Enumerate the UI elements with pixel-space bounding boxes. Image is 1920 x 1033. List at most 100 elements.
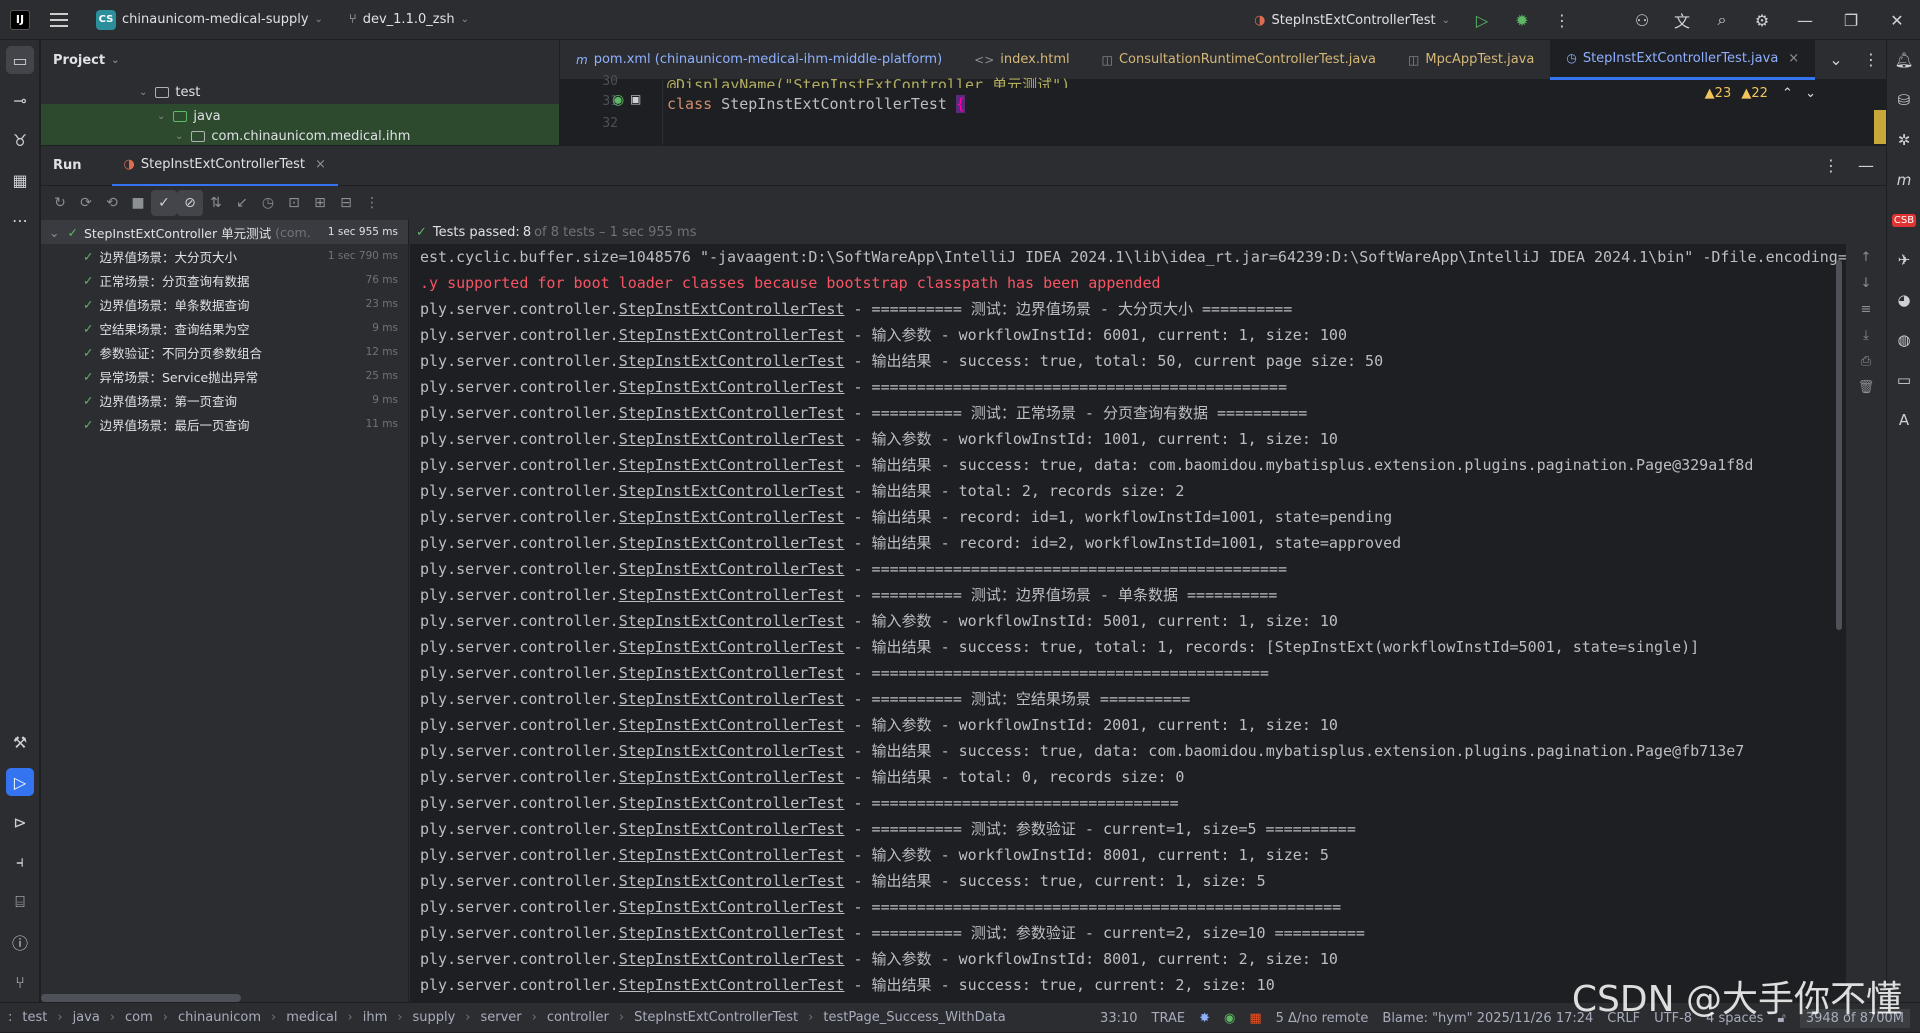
sort-icon[interactable]: ⇅ — [203, 190, 229, 216]
debug-icon[interactable]: ✹ — [1502, 0, 1542, 40]
console-class-link[interactable]: StepInstExtControllerTest — [619, 820, 845, 838]
scroll-down-icon[interactable]: ↓ — [1846, 270, 1886, 296]
stop-icon[interactable]: ■ — [125, 190, 151, 216]
tree-item[interactable]: ⌄ test — [41, 80, 559, 104]
breadcrumb-item[interactable]: StepInstExtControllerTest — [634, 1010, 798, 1025]
test-row[interactable]: ✓ 边界值场景：第一页查询 9 ms — [41, 388, 408, 412]
blame-info[interactable]: Blame: "hym" 2025/11/26 17:24 — [1382, 1011, 1593, 1026]
breadcrumb-item[interactable]: controller — [547, 1010, 609, 1025]
rerun-failed-icon[interactable]: ⟳ — [73, 190, 99, 216]
export-icon[interactable]: ⊞ — [307, 190, 333, 216]
run-icon[interactable]: ▷ — [1462, 0, 1502, 40]
breadcrumb-item[interactable]: server — [480, 1010, 521, 1025]
problems-tool-button[interactable]: ⓘ — [0, 922, 40, 962]
run-config-selector[interactable]: ◑ StepInstExtControllerTest ⌄ — [1254, 13, 1450, 28]
breadcrumb-item[interactable]: com — [125, 1010, 153, 1025]
console-class-link[interactable]: StepInstExtControllerTest — [619, 872, 845, 890]
console-class-link[interactable]: StepInstExtControllerTest — [619, 612, 845, 630]
test-row[interactable]: ✓ 边界值场景：最后一页查询 11 ms — [41, 412, 408, 436]
copilot-status-icon[interactable]: ◉ — [1224, 1011, 1235, 1026]
notifications-icon[interactable]: 🔔︎ — [1887, 40, 1920, 80]
test-row[interactable]: ✓ 空结果场景：查询结果为空 9 ms — [41, 316, 408, 340]
chevron-up-icon[interactable]: ⌃ — [1782, 86, 1793, 101]
tab-list-icon[interactable]: ⌄ — [1816, 40, 1856, 80]
hide-panel-icon[interactable]: — — [1846, 146, 1886, 186]
caret-position[interactable]: 33:10 — [1100, 1011, 1137, 1026]
breadcrumb-item[interactable]: chinaunicom — [178, 1010, 261, 1025]
console-class-link[interactable]: StepInstExtControllerTest — [619, 326, 845, 344]
code-line-31[interactable]: class StepInstExtControllerTest { — [667, 95, 966, 113]
close-icon[interactable]: ✕ — [1874, 0, 1920, 40]
console-class-link[interactable]: StepInstExtControllerTest — [619, 352, 845, 370]
commit-tool-button[interactable]: ⊸ — [0, 80, 40, 120]
horizontal-scrollbar[interactable] — [41, 994, 241, 1002]
console-class-link[interactable]: StepInstExtControllerTest — [619, 560, 845, 578]
database-icon[interactable]: ⛁ — [1887, 80, 1920, 120]
run-tab[interactable]: ◑ StepInstExtControllerTest × — [111, 146, 338, 186]
collapse-icon[interactable]: ↙ — [229, 190, 255, 216]
font-icon[interactable]: A — [1887, 400, 1920, 440]
search-icon[interactable]: ⌕ — [1702, 0, 1742, 40]
more-tools-button[interactable]: ⋯ — [0, 200, 40, 240]
globe-icon[interactable]: ◍ — [1887, 320, 1920, 360]
console-class-link[interactable]: StepInstExtControllerTest — [619, 300, 845, 318]
import-icon[interactable]: ⊟ — [333, 190, 359, 216]
settings-icon[interactable]: ⚙ — [1742, 0, 1782, 40]
more-actions-icon[interactable]: ⋮ — [1542, 0, 1582, 40]
test-row[interactable]: ✓ 边界值场景：大分页大小 1 sec 790 ms — [41, 244, 408, 268]
console-output[interactable]: ✓ Tests passed: 8 of 8 tests – 1 sec 955… — [410, 220, 1886, 1002]
structure-tool-button[interactable]: ▦ — [0, 160, 40, 200]
console-class-link[interactable]: StepInstExtControllerTest — [619, 950, 845, 968]
remote-icon[interactable]: ▭ — [1887, 360, 1920, 400]
build-tool-button[interactable]: ⚒ — [0, 722, 40, 762]
tree-item[interactable]: ⌄ java — [41, 104, 559, 128]
console-class-link[interactable]: StepInstExtControllerTest — [619, 976, 845, 994]
show-ignored-icon[interactable]: ⊘ — [177, 190, 203, 216]
close-tab-icon[interactable]: × — [1788, 51, 1799, 66]
console-class-link[interactable]: StepInstExtControllerTest — [619, 690, 845, 708]
scroll-up-icon[interactable]: ↑ — [1846, 244, 1886, 270]
main-menu-icon[interactable] — [50, 12, 68, 27]
services-tool-button[interactable]: ⊳ — [0, 802, 40, 842]
console-class-link[interactable]: StepInstExtControllerTest — [619, 482, 845, 500]
breadcrumb-item[interactable]: java — [73, 1010, 100, 1025]
console-class-link[interactable]: StepInstExtControllerTest — [619, 924, 845, 942]
history-icon[interactable]: ◷ — [255, 190, 281, 216]
more-icon[interactable]: ⋮ — [359, 190, 385, 216]
console-scrollbar[interactable] — [1836, 260, 1842, 630]
windows-icon[interactable]: ▦ — [1249, 1011, 1261, 1026]
test-root-row[interactable]: ⌄ ✓ StepInstExtController 单元测试 (com. 1 s… — [41, 220, 408, 244]
tab-consultation-test[interactable]: ◫ ConsultationRuntimeControllerTest.java — [1086, 40, 1392, 80]
terminal-tool-button[interactable]: ⌸ — [0, 882, 40, 922]
console-class-link[interactable]: StepInstExtControllerTest — [619, 664, 845, 682]
rerun-icon[interactable]: ↻ — [47, 190, 73, 216]
toggle-auto-test-icon[interactable]: ⟲ — [99, 190, 125, 216]
ai-assistant-icon[interactable]: ✲ — [1887, 120, 1920, 160]
minimize-icon[interactable]: — — [1782, 0, 1828, 40]
console-class-link[interactable]: StepInstExtControllerTest — [619, 378, 845, 396]
soft-wrap-icon[interactable]: ≡ — [1846, 296, 1886, 322]
run-test-gutter-icon[interactable]: ◉ — [612, 92, 624, 108]
scroll-to-end-icon[interactable]: ⤓ — [1846, 322, 1886, 348]
vcs-remote-status[interactable]: 5 Δ/no remote — [1276, 1011, 1369, 1026]
run-options-icon[interactable]: ⋮ — [1816, 146, 1846, 186]
ai-tool-button[interactable]: ♉ — [0, 120, 40, 160]
screenshot-icon[interactable]: ⊡ — [281, 190, 307, 216]
copilot-icon[interactable]: ✈ — [1887, 240, 1920, 280]
run-tool-button[interactable]: ▷ — [0, 762, 40, 802]
tree-item[interactable]: ⌄ com.chinaunicom.medical.ihm — [41, 128, 559, 145]
project-selector[interactable]: CS chinaunicom-medical-supply ⌄ — [68, 9, 323, 30]
plugin-red-icon[interactable]: CSB — [1887, 200, 1920, 240]
console-class-link[interactable]: StepInstExtControllerTest — [619, 768, 845, 786]
tab-mpcapp-test[interactable]: ◫ MpcAppTest.java — [1392, 40, 1550, 80]
console-class-link[interactable]: StepInstExtControllerTest — [619, 794, 845, 812]
tab-options-icon[interactable]: ⋮ — [1856, 40, 1886, 80]
console-class-link[interactable]: StepInstExtControllerTest — [619, 586, 845, 604]
console-class-link[interactable]: StepInstExtControllerTest — [619, 846, 845, 864]
coverage-gutter-icon[interactable]: ▣ — [630, 92, 641, 106]
chevron-down-icon[interactable]: ⌄ — [1805, 86, 1816, 101]
test-row[interactable]: ✓ 异常场景：Service抛出异常 25 ms — [41, 364, 408, 388]
project-tool-button[interactable]: ▭ — [0, 40, 40, 80]
console-class-link[interactable]: StepInstExtControllerTest — [619, 404, 845, 422]
code-with-me-icon[interactable]: ⚇ — [1622, 0, 1662, 40]
